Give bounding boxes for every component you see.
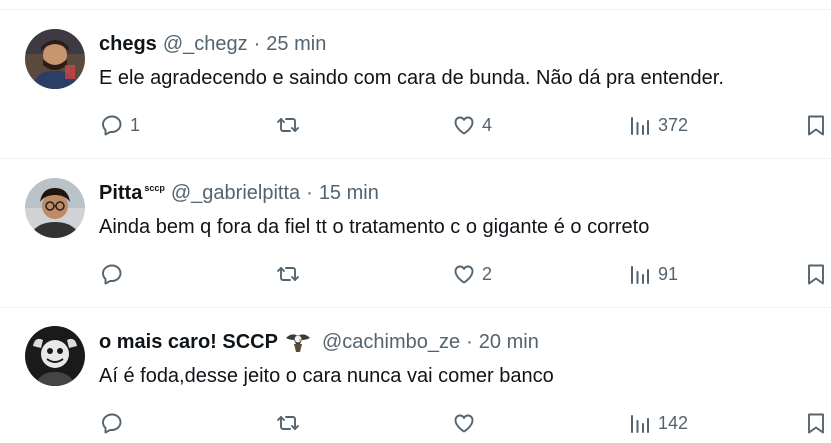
tweet-header: chegs @_chegz · 25 min — [99, 30, 326, 58]
tweet-text: E ele agradecendo e saindo com cara de b… — [99, 67, 724, 89]
action-bar: 142 — [0, 408, 831, 438]
heart-icon — [452, 262, 476, 286]
view-count: 142 — [658, 412, 689, 433]
retweet-icon — [276, 262, 300, 286]
action-bar: 1 4 372 — [0, 110, 831, 140]
views-icon — [628, 262, 652, 286]
views-button[interactable]: 91 — [628, 259, 678, 289]
reply-icon — [100, 411, 124, 435]
retweet-button[interactable] — [276, 110, 306, 140]
bookmark-button[interactable] — [804, 110, 828, 140]
avatar[interactable] — [25, 178, 85, 238]
avatar[interactable] — [25, 29, 85, 89]
like-count: 2 — [482, 263, 493, 284]
views-icon — [628, 411, 652, 435]
timestamp[interactable]: 20 min — [479, 331, 539, 354]
user-handle[interactable]: @cachimbo_ze — [322, 331, 460, 354]
bookmark-icon — [804, 113, 828, 137]
avatar[interactable] — [25, 326, 85, 386]
tweet[interactable]: o mais caro! SCCP @cachimbo_ze · 20 min … — [0, 308, 831, 443]
retweet-icon — [276, 113, 300, 137]
views-button[interactable]: 372 — [628, 110, 688, 140]
display-name[interactable]: chegs — [99, 33, 157, 56]
retweet-button[interactable] — [276, 408, 306, 438]
tweet-header: Pitta sccp @_gabrielpitta · 15 min — [99, 179, 379, 207]
reply-icon — [100, 113, 124, 137]
separator-dot: · — [253, 32, 261, 55]
retweet-button[interactable] — [276, 259, 306, 289]
retweet-icon — [276, 411, 300, 435]
view-count: 91 — [658, 263, 679, 284]
view-count: 372 — [658, 114, 689, 135]
user-handle[interactable]: @_chegz — [163, 33, 248, 56]
reply-button[interactable]: 1 — [100, 110, 140, 140]
bookmark-icon — [804, 411, 828, 435]
timestamp[interactable]: 25 min — [266, 33, 326, 56]
tweet[interactable]: chegs @_chegz · 25 min E ele agradecendo… — [0, 10, 831, 158]
like-count: 4 — [482, 114, 493, 135]
heart-icon — [452, 113, 476, 137]
reply-icon — [100, 262, 124, 286]
reply-count: 1 — [130, 114, 141, 135]
user-handle[interactable]: @_gabrielpitta — [171, 182, 300, 205]
tweet-text: Ainda bem q fora da fiel tt o tratamento… — [99, 216, 650, 238]
bookmark-icon — [804, 262, 828, 286]
display-name[interactable]: o mais caro! SCCP — [99, 331, 278, 354]
tweet-text: Aí é foda,desse jeito o cara nunca vai c… — [99, 365, 554, 387]
tweet[interactable]: Pitta sccp @_gabrielpitta · 15 min Ainda … — [0, 159, 831, 307]
display-name[interactable]: Pitta sccp — [99, 182, 165, 205]
views-button[interactable]: 142 — [628, 408, 688, 438]
like-button[interactable]: 2 — [452, 259, 492, 289]
action-bar: 2 91 — [0, 259, 831, 289]
reply-button[interactable] — [100, 259, 130, 289]
views-icon — [628, 113, 652, 137]
bookmark-button[interactable] — [804, 408, 828, 438]
eagle-emoji-icon — [284, 330, 312, 354]
display-name-suffix: sccp — [144, 182, 165, 193]
reply-button[interactable] — [100, 408, 130, 438]
like-button[interactable] — [452, 408, 482, 438]
tweet-header: o mais caro! SCCP @cachimbo_ze · 20 min — [99, 328, 539, 356]
timestamp[interactable]: 15 min — [319, 182, 379, 205]
heart-icon — [452, 411, 476, 435]
separator-dot: · — [466, 330, 473, 353]
separator-dot: · — [306, 181, 313, 204]
display-name-text: Pitta — [99, 181, 143, 204]
like-button[interactable]: 4 — [452, 110, 492, 140]
bookmark-button[interactable] — [804, 259, 828, 289]
